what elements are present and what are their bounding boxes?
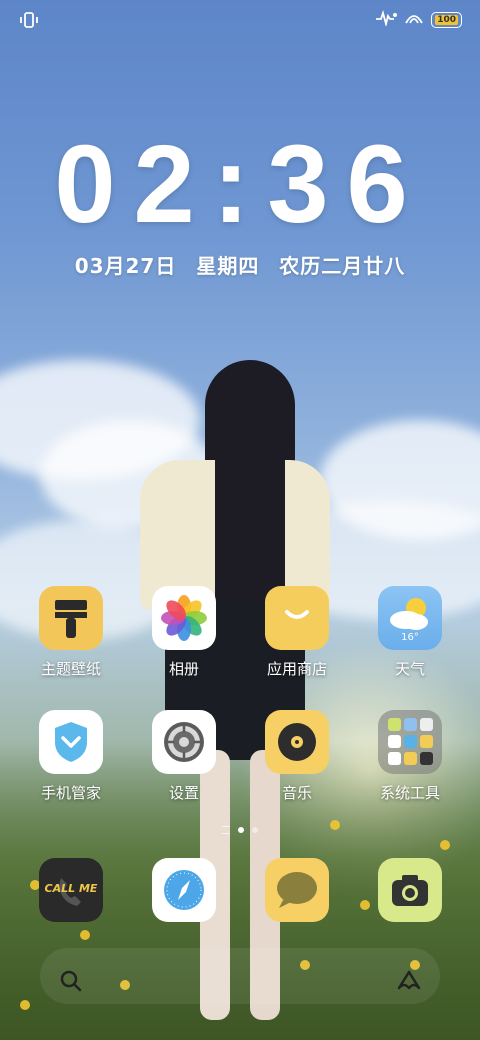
app-label: 音乐 — [281, 784, 312, 802]
dock-browser[interactable] — [134, 858, 234, 922]
status-bar: 100 — [0, 0, 480, 40]
page-dot-2[interactable] — [252, 827, 258, 833]
activity-icon — [375, 9, 398, 30]
call-me-text: CALL ME — [44, 882, 98, 895]
app-label: 手机管家 — [40, 784, 101, 802]
lunar-date-text: 农历二月廿八 — [279, 254, 406, 278]
app-label: 设置 — [168, 784, 199, 802]
search-icon[interactable] — [56, 966, 86, 996]
battery-icon: 100 — [431, 12, 462, 28]
weather-temp: 16° — [401, 632, 419, 643]
app-weather[interactable]: 16° 天气 — [360, 586, 460, 679]
app-theme-wallpaper[interactable]: 主题壁纸 — [21, 586, 121, 679]
nfc-icon — [403, 9, 425, 31]
dock-search-bar[interactable] — [40, 948, 440, 1004]
app-music[interactable]: 音乐 — [247, 710, 347, 803]
app-phone-manager[interactable]: 手机管家 — [21, 710, 121, 803]
settings-gear-icon — [152, 710, 216, 774]
app-app-store[interactable]: 应用商店 — [247, 586, 347, 679]
app-label: 相册 — [168, 660, 199, 678]
photos-icon — [152, 586, 216, 650]
folder-icon — [378, 710, 442, 774]
music-disc-icon — [265, 710, 329, 774]
phone-icon: CALL ME — [39, 858, 103, 922]
app-label: 主题壁纸 — [40, 660, 101, 678]
app-store-icon — [265, 586, 329, 650]
lockscreen-date: 03月27日 星期四 农历二月廿八 — [0, 250, 480, 279]
app-settings[interactable]: 设置 — [134, 710, 234, 803]
battery-level: 100 — [435, 15, 458, 25]
page-indicator — [0, 826, 480, 834]
theme-brush-icon — [39, 586, 103, 650]
weather-icon: 16° — [378, 586, 442, 650]
lockscreen-clock: 02:36 — [54, 123, 426, 246]
app-label: 天气 — [394, 660, 425, 678]
app-photos[interactable]: 相册 — [134, 586, 234, 679]
menu-icon[interactable] — [222, 826, 230, 834]
vibrate-icon — [18, 10, 40, 30]
weekday-text: 星期四 — [196, 254, 260, 278]
page-dot-1[interactable] — [238, 827, 244, 833]
messages-icon — [265, 858, 329, 922]
app-system-tools[interactable]: 系统工具 — [360, 710, 460, 803]
date-text: 03月27日 — [74, 254, 177, 278]
browser-compass-icon — [152, 858, 216, 922]
app-label: 系统工具 — [379, 784, 440, 802]
security-shield-icon — [39, 710, 103, 774]
dock-camera[interactable] — [360, 858, 460, 922]
dock-phone[interactable]: CALL ME — [21, 858, 121, 922]
dock-messages[interactable] — [247, 858, 347, 922]
camera-icon — [378, 858, 442, 922]
assistant-icon[interactable] — [394, 966, 424, 996]
app-label: 应用商店 — [266, 660, 327, 678]
